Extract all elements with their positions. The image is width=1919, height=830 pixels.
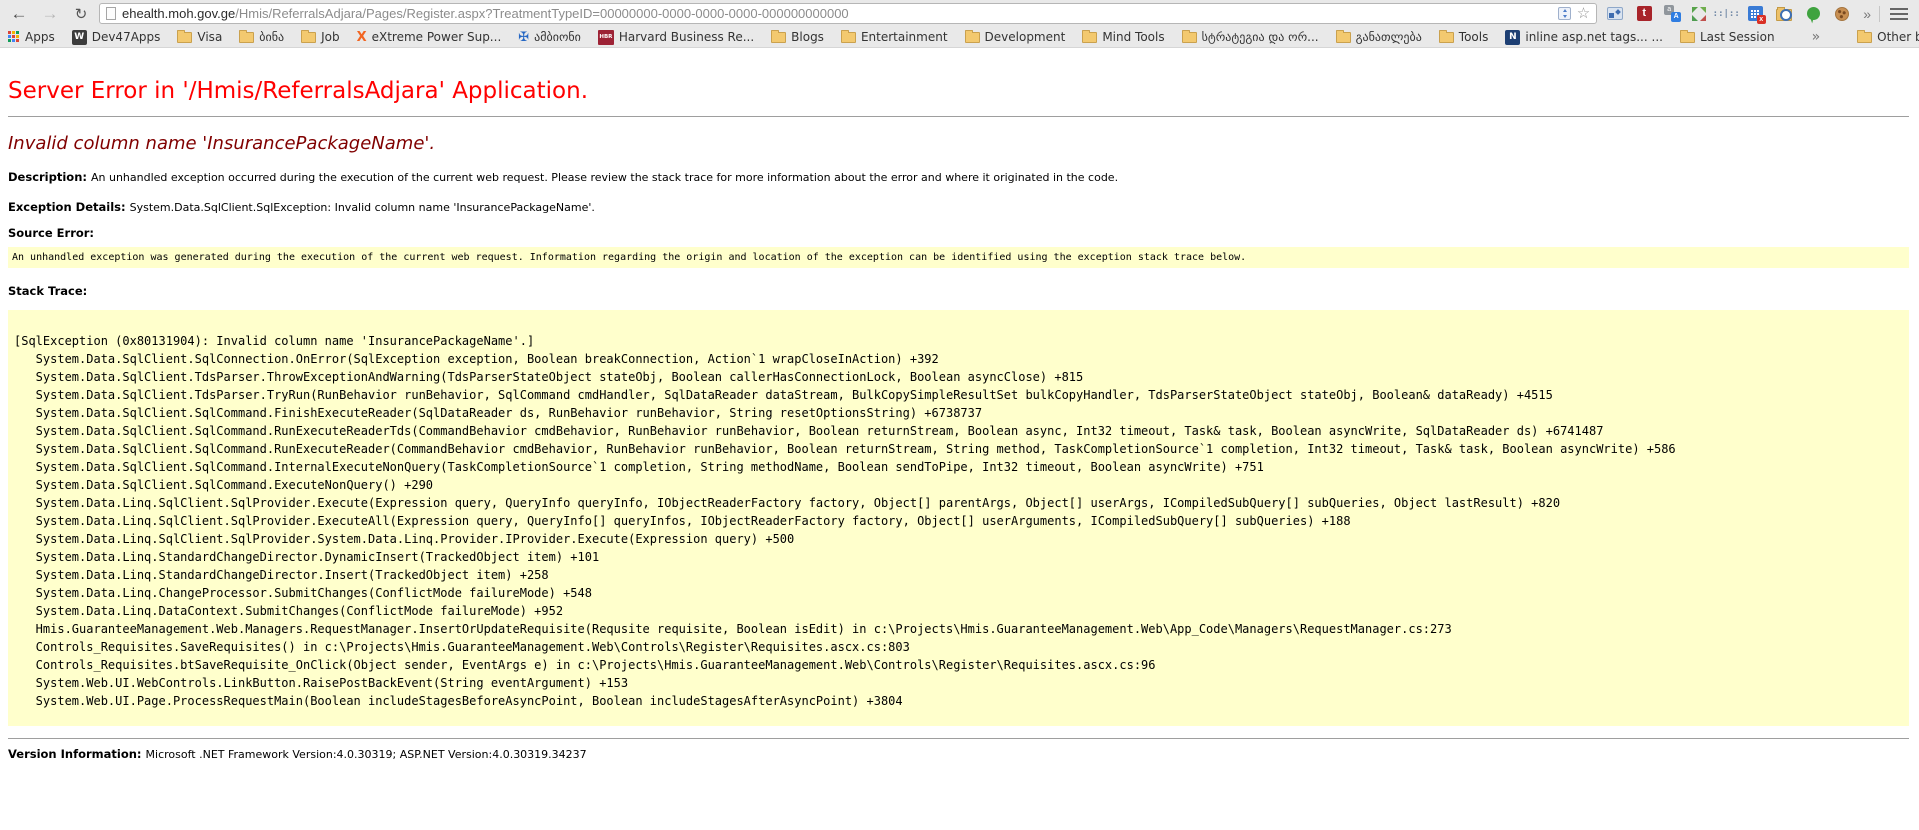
bookmark-folder[interactable]: Entertainment bbox=[841, 27, 948, 47]
bookmark-item[interactable]: X eXtreme Power Sup... bbox=[357, 27, 502, 47]
speed-dial-extension-icon[interactable] bbox=[1776, 9, 1792, 21]
back-button[interactable]: ← bbox=[6, 3, 32, 25]
bookmark-folder[interactable]: Visa bbox=[177, 27, 222, 47]
divider bbox=[8, 738, 1909, 739]
session-arrows-extension-icon[interactable] bbox=[1692, 7, 1706, 21]
description-text: An unhandled exception occurred during t… bbox=[91, 171, 1118, 184]
stack-trace-label: Stack Trace: bbox=[8, 284, 87, 298]
dots-extension-icon[interactable]: ::|:: bbox=[1713, 9, 1740, 19]
calendar-extension-icon[interactable]: x bbox=[1748, 6, 1763, 21]
dev47apps-favicon: W bbox=[72, 30, 87, 45]
aspnet-favicon: N bbox=[1505, 30, 1520, 45]
folder-icon bbox=[771, 32, 786, 43]
folder-icon bbox=[177, 32, 192, 43]
description-line: Description: An unhandled exception occu… bbox=[8, 170, 1909, 184]
folder-icon bbox=[301, 32, 316, 43]
translate-extension-icon[interactable]: a A bbox=[1664, 5, 1681, 22]
bookmark-folder[interactable]: Job bbox=[301, 27, 340, 47]
bookmark-folder[interactable]: Last Session bbox=[1680, 27, 1775, 47]
toolbar-separator bbox=[1879, 6, 1880, 22]
bookmark-item[interactable]: ✠ ამბიონი bbox=[518, 27, 581, 47]
browser-chrome: ← → ↻ ehealth.moh.gov.ge/Hmis/ReferralsA… bbox=[0, 0, 1919, 48]
apps-grid-icon bbox=[8, 31, 20, 43]
bookmark-item-apps[interactable]: Apps bbox=[8, 27, 55, 47]
version-text: Microsoft .NET Framework Version:4.0.303… bbox=[146, 748, 587, 761]
folder-icon bbox=[841, 32, 856, 43]
stack-trace-box: [SqlException (0x80131904): Invalid colu… bbox=[8, 310, 1909, 726]
bookmark-folder[interactable]: განათლება bbox=[1336, 27, 1422, 47]
source-error-box: An unhandled exception was generated dur… bbox=[8, 247, 1909, 268]
bookmarks-overflow-chevron[interactable]: » bbox=[1809, 29, 1824, 45]
folder-icon bbox=[1082, 32, 1097, 43]
pin-extension-icon[interactable] bbox=[1807, 7, 1820, 20]
bookmark-item[interactable]: N inline asp.net tags... ... bbox=[1505, 27, 1663, 47]
bookmark-folder[interactable]: ბინა bbox=[239, 27, 284, 47]
tumblr-extension-icon[interactable]: t bbox=[1637, 6, 1652, 21]
forward-button[interactable]: → bbox=[37, 3, 63, 25]
translate-big-letter: A bbox=[1671, 12, 1681, 22]
url-text: ehealth.moh.gov.ge/Hmis/ReferralsAdjara/… bbox=[122, 6, 849, 21]
menu-hamburger-icon[interactable] bbox=[1889, 7, 1909, 21]
folder-icon bbox=[239, 32, 254, 43]
error-subtitle: Invalid column name 'InsurancePackageNam… bbox=[8, 133, 1909, 154]
page-icon bbox=[106, 7, 116, 20]
bookmark-folder[interactable]: Blogs bbox=[771, 27, 824, 47]
other-bookmarks-folder[interactable]: Other bookmarks bbox=[1857, 27, 1919, 47]
page-title: Server Error in '/Hmis/ReferralsAdjara' … bbox=[8, 78, 1909, 104]
bookmark-folder[interactable]: Mind Tools bbox=[1082, 27, 1164, 47]
page-action-icon[interactable] bbox=[1558, 7, 1571, 20]
bookmark-item[interactable]: W Dev47Apps bbox=[72, 27, 161, 47]
exception-label: Exception Details: bbox=[8, 200, 130, 214]
folder-icon bbox=[1182, 32, 1197, 43]
divider bbox=[8, 116, 1909, 117]
description-label: Description: bbox=[8, 170, 91, 184]
url-path: /Hmis/ReferralsAdjara/Pages/Register.asp… bbox=[235, 6, 848, 21]
folder-icon bbox=[1336, 32, 1351, 43]
stack-trace-text: [SqlException (0x80131904): Invalid colu… bbox=[14, 332, 1901, 710]
bookmark-item[interactable]: HBR Harvard Business Re... bbox=[598, 27, 754, 47]
version-label: Version Information: bbox=[8, 747, 146, 761]
folder-icon bbox=[1439, 32, 1454, 43]
folder-icon bbox=[1680, 32, 1695, 43]
folder-icon bbox=[1857, 32, 1872, 43]
exception-text: System.Data.SqlClient.SqlException: Inva… bbox=[130, 201, 595, 214]
browser-toolbar: ← → ↻ ehealth.moh.gov.ge/Hmis/ReferralsA… bbox=[0, 0, 1919, 27]
bookmark-folder[interactable]: სტრატეგია და ორ... bbox=[1182, 27, 1319, 47]
screenshot-extension-icon[interactable] bbox=[1607, 7, 1623, 20]
extensions-area: t a A ::|:: x bbox=[1602, 5, 1855, 23]
exception-line: Exception Details: System.Data.SqlClient… bbox=[8, 200, 1909, 214]
address-bar[interactable]: ehealth.moh.gov.ge/Hmis/ReferralsAdjara/… bbox=[99, 3, 1597, 24]
extensions-overflow-chevron[interactable]: » bbox=[1860, 6, 1874, 22]
url-host: ehealth.moh.gov.ge bbox=[122, 6, 235, 21]
bookmark-star-icon[interactable]: ☆ bbox=[1577, 6, 1590, 21]
hbr-favicon: HBR bbox=[598, 30, 614, 45]
reload-button[interactable]: ↻ bbox=[68, 3, 94, 25]
calendar-badge: x bbox=[1757, 15, 1766, 24]
folder-icon bbox=[965, 32, 980, 43]
cookie-extension-icon[interactable] bbox=[1835, 7, 1849, 21]
source-error-label: Source Error: bbox=[8, 226, 94, 240]
source-error-line: Source Error: bbox=[8, 226, 1909, 240]
error-page: Server Error in '/Hmis/ReferralsAdjara' … bbox=[0, 78, 1919, 761]
bookmark-folder[interactable]: Development bbox=[965, 27, 1066, 47]
blue-cross-favicon: ✠ bbox=[518, 30, 529, 45]
bookmark-folder[interactable]: Tools bbox=[1439, 27, 1489, 47]
stack-trace-line: Stack Trace: bbox=[8, 284, 1909, 298]
bookmarks-bar: Apps W Dev47Apps Visa ბინა Job X eXtreme… bbox=[0, 27, 1919, 47]
version-line: Version Information: Microsoft .NET Fram… bbox=[8, 747, 1909, 761]
extreme-x-favicon: X bbox=[357, 30, 367, 45]
